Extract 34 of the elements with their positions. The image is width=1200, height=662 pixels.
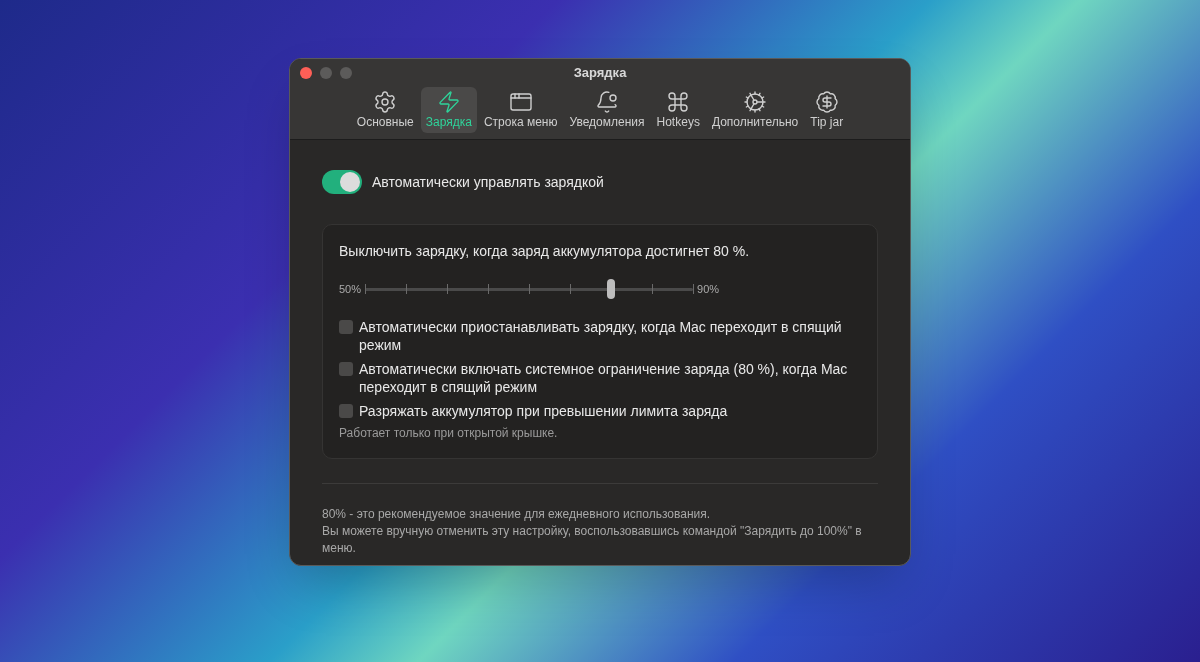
checkbox-label: Автоматически приостанавливать зарядку, когда Mac переходит в спящий режим (359, 318, 843, 354)
window-title: Зарядка (573, 64, 627, 83)
minimize-button[interactable] (320, 67, 332, 79)
toolbar-tab[interactable]: Зарядка (420, 87, 477, 133)
toolbar-tab[interactable]: Дополнительно (706, 87, 804, 133)
toggle-switch[interactable] (322, 170, 362, 194)
footer-text: 80% - это рекомендуемое значение для ежедневного использования. (322, 506, 712, 523)
tab-icon (508, 90, 533, 114)
zoom-button[interactable] (340, 67, 352, 79)
tab-icon (666, 90, 691, 114)
toolbar-tab[interactable]: Hotkeys (651, 87, 705, 133)
tab-icon (373, 90, 398, 114)
checkbox-label: Разряжать аккумулятор при превышении лимита заряда (359, 402, 728, 420)
slider-max-label: 90% (697, 281, 720, 297)
limit-slider[interactable] (365, 278, 694, 300)
toolbar-tab[interactable]: Tip jar (805, 87, 849, 133)
tab-icon (595, 90, 619, 114)
toggle-label: Автоматически управлять зарядкой (372, 172, 604, 192)
tab-icon (436, 90, 461, 114)
checkbox[interactable] (339, 404, 353, 418)
limit-caption: Выключить зарядку, когда заряд аккумулятора достигнет 80 %. (339, 242, 751, 261)
checkbox-label: Автоматически включать системное ограничение заряда (80 %), когда Mac переходит в спящий режим (359, 360, 849, 396)
checkbox[interactable] (339, 362, 353, 376)
close-button[interactable] (300, 67, 312, 79)
slider-min-label: 50% (339, 281, 362, 297)
tab-icon (743, 90, 768, 114)
footer-text: Вы можете вручную отменить эту настройку, воспользовавшись командой "Зарядить до 100%" в меню. (322, 523, 863, 557)
slider-thumb[interactable] (607, 279, 616, 299)
checkbox[interactable] (339, 320, 353, 334)
tab-icon (814, 90, 839, 114)
toolbar-tab[interactable]: Строка меню (478, 87, 563, 133)
toolbar-tab[interactable]: Уведомления (564, 87, 650, 133)
toolbar-tab[interactable]: Основные (351, 87, 419, 133)
note-text: Работает только при открытой крышке. (339, 425, 559, 442)
